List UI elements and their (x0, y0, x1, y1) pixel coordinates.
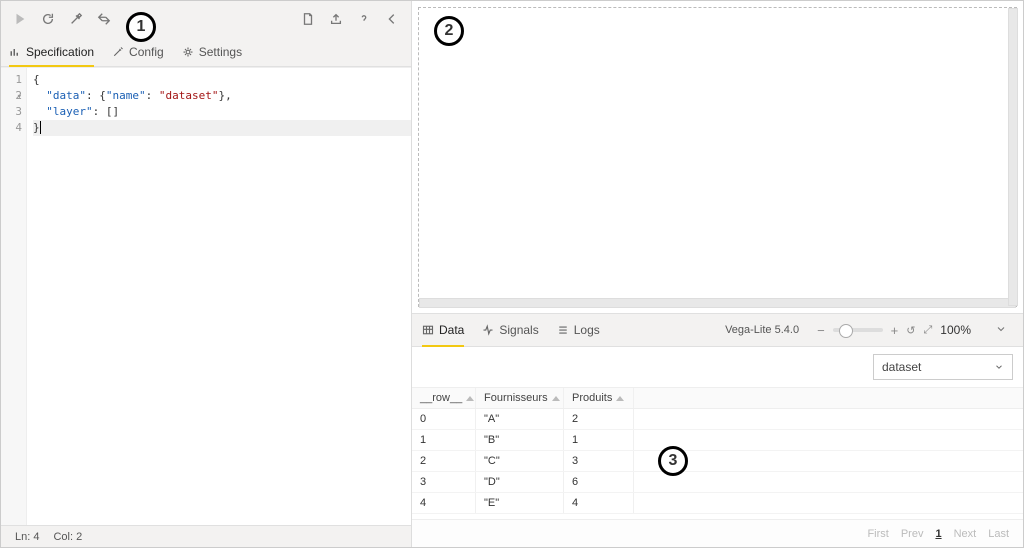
export-button[interactable] (325, 8, 347, 30)
cell-row: 4 (412, 493, 476, 513)
tab-settings[interactable]: Settings (182, 37, 242, 66)
col-header-row[interactable]: __row__ (412, 388, 476, 408)
zoom-in-button[interactable]: + (891, 323, 899, 338)
table-row: 3 "D" 6 (412, 472, 1023, 493)
vega-version-label: Vega-Lite 5.4.0 (725, 324, 799, 336)
zoom-out-button[interactable]: − (817, 323, 825, 338)
cell-row: 2 (412, 451, 476, 471)
editor-toolbar (1, 1, 411, 37)
data-table-header: __row__ Fournisseurs Produits (412, 388, 1023, 409)
pager-first[interactable]: First (867, 528, 888, 540)
tab-config-label: Config (129, 45, 164, 59)
table-pager: First Prev 1 Next Last (412, 519, 1023, 547)
gear-icon (182, 46, 194, 58)
cell-row: 0 (412, 409, 476, 429)
cell-fournisseurs: "D" (476, 472, 564, 492)
cell-produits: 6 (564, 472, 634, 492)
map-button[interactable] (93, 8, 115, 30)
run-button[interactable] (9, 8, 31, 30)
cell-fournisseurs: "C" (476, 451, 564, 471)
bar-chart-icon (9, 46, 21, 58)
table-row: 1 "B" 1 (412, 430, 1023, 451)
tab-specification-label: Specification (26, 45, 94, 59)
table-row: 2 "C" 3 (412, 451, 1023, 472)
sort-icon (552, 396, 560, 401)
tab-config[interactable]: Config (112, 37, 164, 66)
editor-tabs: Specification Config Settings (1, 37, 411, 67)
dataset-selector-row: dataset (412, 347, 1023, 387)
cell-produits: 3 (564, 451, 634, 471)
code-editor[interactable]: 1 ▾ 2 3 4 { "data": {"name": "dataset"},… (1, 67, 411, 525)
col-header-fournisseurs[interactable]: Fournisseurs (476, 388, 564, 408)
refresh-button[interactable] (37, 8, 59, 30)
new-spec-button[interactable] (297, 8, 319, 30)
tab-specification[interactable]: Specification (9, 37, 94, 66)
pager-prev[interactable]: Prev (901, 528, 924, 540)
chevron-down-icon (994, 362, 1004, 372)
table-row: 4 "E" 4 (412, 493, 1023, 514)
tab-signals-label: Signals (499, 323, 538, 337)
cell-fournisseurs: "E" (476, 493, 564, 513)
right-panel: Data Signals Logs Vega-Lite 5.4.0 − + ↺ … (412, 1, 1023, 547)
table-row: 0 "A" 2 (412, 409, 1023, 430)
help-button[interactable] (353, 8, 375, 30)
status-col: Col: 2 (53, 531, 82, 543)
cell-row: 1 (412, 430, 476, 450)
tab-data-label: Data (439, 323, 464, 337)
dataset-select[interactable]: dataset (873, 354, 1013, 380)
editor-status-bar: Ln: 4 Col: 2 (1, 525, 411, 547)
inspector-toolbar: Data Signals Logs Vega-Lite 5.4.0 − + ↺ … (412, 313, 1023, 347)
dataset-select-value: dataset (882, 360, 921, 374)
pulse-icon (482, 324, 494, 336)
zoom-controls: − + ↺ ⤢ 100% (817, 323, 971, 338)
cell-row: 3 (412, 472, 476, 492)
table-icon (422, 324, 434, 336)
pager-last[interactable]: Last (988, 528, 1009, 540)
sort-icon (466, 396, 474, 401)
editor-gutter: 1 ▾ 2 3 4 (1, 68, 27, 525)
cell-fournisseurs: "A" (476, 409, 564, 429)
pager-current[interactable]: 1 (935, 528, 941, 540)
zoom-slider[interactable] (833, 328, 883, 332)
tab-logs-label: Logs (574, 323, 600, 337)
data-table: __row__ Fournisseurs Produits 0 "A" 2 1 … (412, 387, 1023, 514)
col-header-produits[interactable]: Produits (564, 388, 634, 408)
tab-settings-label: Settings (199, 45, 242, 59)
zoom-level-label: 100% (940, 323, 971, 337)
chart-preview-canvas[interactable] (418, 7, 1017, 307)
cell-produits: 2 (564, 409, 634, 429)
wand-icon (112, 46, 124, 58)
sort-icon (616, 396, 624, 401)
tab-data[interactable]: Data (422, 314, 464, 346)
zoom-fit-button[interactable]: ⤢ (923, 324, 932, 337)
pager-next[interactable]: Next (954, 528, 977, 540)
cell-produits: 4 (564, 493, 634, 513)
cell-produits: 1 (564, 430, 634, 450)
collapse-left-button[interactable] (381, 8, 403, 30)
chart-preview (412, 1, 1023, 313)
list-icon (557, 324, 569, 336)
zoom-reset-button[interactable]: ↺ (906, 324, 915, 337)
tab-logs[interactable]: Logs (557, 314, 600, 346)
fix-button[interactable] (65, 8, 87, 30)
left-panel: Specification Config Settings 1 ▾ 2 3 4 … (1, 1, 412, 547)
collapse-inspector-button[interactable] (989, 323, 1013, 338)
tab-signals[interactable]: Signals (482, 314, 538, 346)
cell-fournisseurs: "B" (476, 430, 564, 450)
status-line: Ln: 4 (15, 531, 39, 543)
editor-content: { "data": {"name": "dataset"}, "layer": … (27, 68, 411, 525)
